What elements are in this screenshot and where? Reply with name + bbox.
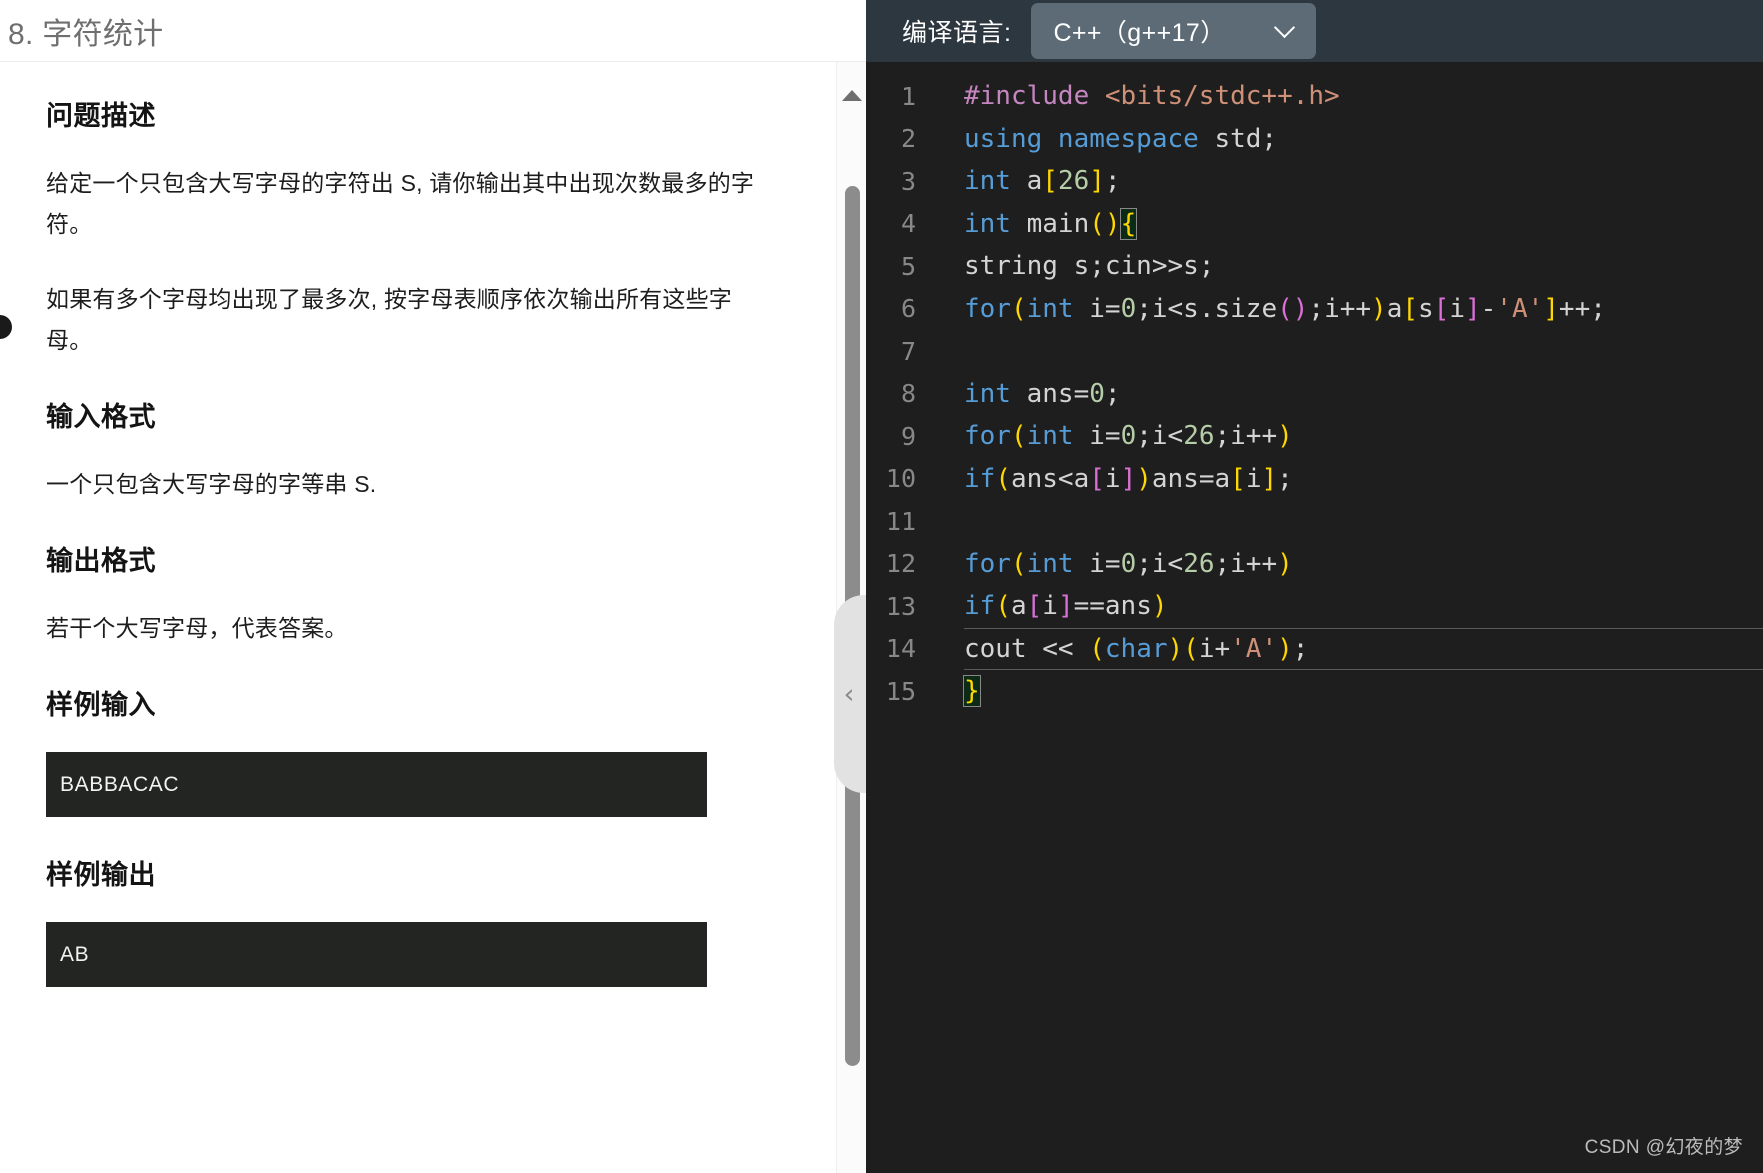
line-number: 4 bbox=[900, 209, 916, 239]
code-line-text: if(ans<a[i])ans=a[i]; bbox=[964, 463, 1293, 494]
output-format-paragraph: 若干个大写字母，代表答案。 bbox=[46, 615, 348, 641]
code-line[interactable]: 1 #include <bits/stdc++.h> bbox=[866, 75, 1763, 118]
sample-output-box: AB bbox=[46, 922, 707, 987]
code-line[interactable]: 3 int a[26]; bbox=[866, 160, 1763, 203]
chevron-left-icon: ‹ bbox=[843, 678, 855, 710]
problem-statement: 问题描述 给定一个只包含大写字母的字符出 S, 请你输出其中出现次数最多的字符。… bbox=[0, 62, 836, 1173]
statement-scroll-area[interactable]: 问题描述 给定一个只包含大写字母的字符出 S, 请你输出其中出现次数最多的字符。… bbox=[0, 62, 866, 1173]
section-heading-description: 问题描述 bbox=[46, 101, 156, 131]
code-line-active[interactable]: 14 cout << (char)(i+'A'); bbox=[866, 627, 1763, 670]
input-format-paragraph: 一个只包含大写字母的字等串 S. bbox=[46, 471, 377, 497]
language-select-value: C++（g++17） bbox=[1053, 19, 1226, 47]
code-line[interactable]: 5 string s;cin>>s; bbox=[866, 245, 1763, 288]
code-line-text: int ans=0; bbox=[964, 378, 1121, 409]
code-line-text: } bbox=[963, 675, 981, 708]
page-title: 8. 字符统计 bbox=[8, 17, 164, 51]
code-line[interactable]: 8 int ans=0; bbox=[866, 373, 1763, 416]
line-number: 11 bbox=[885, 506, 916, 536]
code-line-text: for(int i=0;i<26;i++) bbox=[964, 548, 1293, 579]
code-line-text: string s;cin>>s; bbox=[964, 251, 1215, 282]
problem-panel: 8. 字符统计 问题描述 给定一个只包含大写字母的字符出 S, 请你输出其中出现… bbox=[0, 0, 866, 1173]
code-line[interactable]: 11 bbox=[866, 500, 1763, 543]
code-area[interactable]: 1 #include <bits/stdc++.h> 2 using names… bbox=[866, 62, 1763, 1173]
line-number: 14 bbox=[885, 634, 916, 664]
code-line-text: #include <bits/stdc++.h> bbox=[964, 81, 1340, 112]
line-number: 9 bbox=[900, 421, 916, 451]
chevron-down-icon bbox=[1276, 20, 1298, 42]
code-line-text: if(a[i]==ans) bbox=[964, 591, 1168, 622]
line-number: 5 bbox=[900, 251, 916, 281]
line-number: 12 bbox=[885, 549, 916, 579]
code-line-text: int a[26]; bbox=[964, 166, 1121, 197]
line-number: 8 bbox=[900, 379, 916, 409]
editor-toolbar: 编译语言: C++（g++17） bbox=[866, 0, 1763, 62]
section-heading-sample-input: 样例输入 bbox=[46, 690, 156, 720]
code-line[interactable]: 13 if(a[i]==ans) bbox=[866, 585, 1763, 628]
line-number: 6 bbox=[900, 294, 916, 324]
section-heading-sample-output: 样例输出 bbox=[46, 860, 156, 890]
code-line-text: for(int i=0;i<s.size();i++)a[s[i]-'A']++… bbox=[964, 293, 1606, 324]
code-line[interactable]: 2 using namespace std; bbox=[866, 118, 1763, 161]
code-line-text: cout << (char)(i+'A'); bbox=[964, 633, 1309, 664]
panel-collapse-handle[interactable]: ‹ bbox=[834, 595, 866, 793]
language-select[interactable]: C++（g++17） bbox=[1031, 3, 1317, 59]
line-number: 3 bbox=[900, 166, 916, 196]
line-number: 7 bbox=[900, 336, 916, 366]
code-line-text: using namespace std; bbox=[964, 123, 1278, 154]
problem-title-bar: 8. 字符统计 bbox=[0, 0, 866, 62]
description-paragraph-2: 如果有多个字母均出现了最多次, 按字母表顺序依次输出所有这些字母。 bbox=[46, 286, 732, 353]
language-label: 编译语言: bbox=[902, 19, 1012, 47]
code-line[interactable]: 4 int main(){ bbox=[866, 203, 1763, 246]
line-number: 13 bbox=[885, 591, 916, 621]
code-editor-panel: 编译语言: C++（g++17） 1 #include <bits/stdc++… bbox=[866, 0, 1763, 1173]
scroll-up-arrow-icon[interactable] bbox=[841, 90, 862, 101]
code-line[interactable]: 6 for(int i=0;i<s.size();i++)a[s[i]-'A']… bbox=[866, 288, 1763, 331]
line-number: 2 bbox=[900, 124, 916, 154]
code-line[interactable]: 12 for(int i=0;i<26;i++) bbox=[866, 543, 1763, 586]
watermark: CSDN @幻夜的梦 bbox=[1584, 1137, 1743, 1158]
line-number: 15 bbox=[885, 676, 916, 706]
sample-input-box: BABBACAC bbox=[46, 752, 707, 817]
section-heading-input-format: 输入格式 bbox=[46, 402, 156, 432]
code-line[interactable]: 15 } bbox=[866, 670, 1763, 713]
code-line-text: for(int i=0;i<26;i++) bbox=[964, 421, 1293, 452]
description-paragraph-1: 给定一个只包含大写字母的字符出 S, 请你输出其中出现次数最多的字符。 bbox=[46, 170, 755, 237]
section-heading-output-format: 输出格式 bbox=[46, 546, 156, 576]
line-number: 10 bbox=[885, 464, 916, 494]
code-line[interactable]: 7 bbox=[866, 330, 1763, 373]
app-root: 8. 字符统计 问题描述 给定一个只包含大写字母的字符出 S, 请你输出其中出现… bbox=[0, 0, 1763, 1173]
line-number: 1 bbox=[900, 81, 916, 111]
code-line[interactable]: 9 for(int i=0;i<26;i++) bbox=[866, 415, 1763, 458]
code-line-text: int main(){ bbox=[964, 207, 1138, 240]
code-line[interactable]: 10 if(ans<a[i])ans=a[i]; bbox=[866, 458, 1763, 501]
